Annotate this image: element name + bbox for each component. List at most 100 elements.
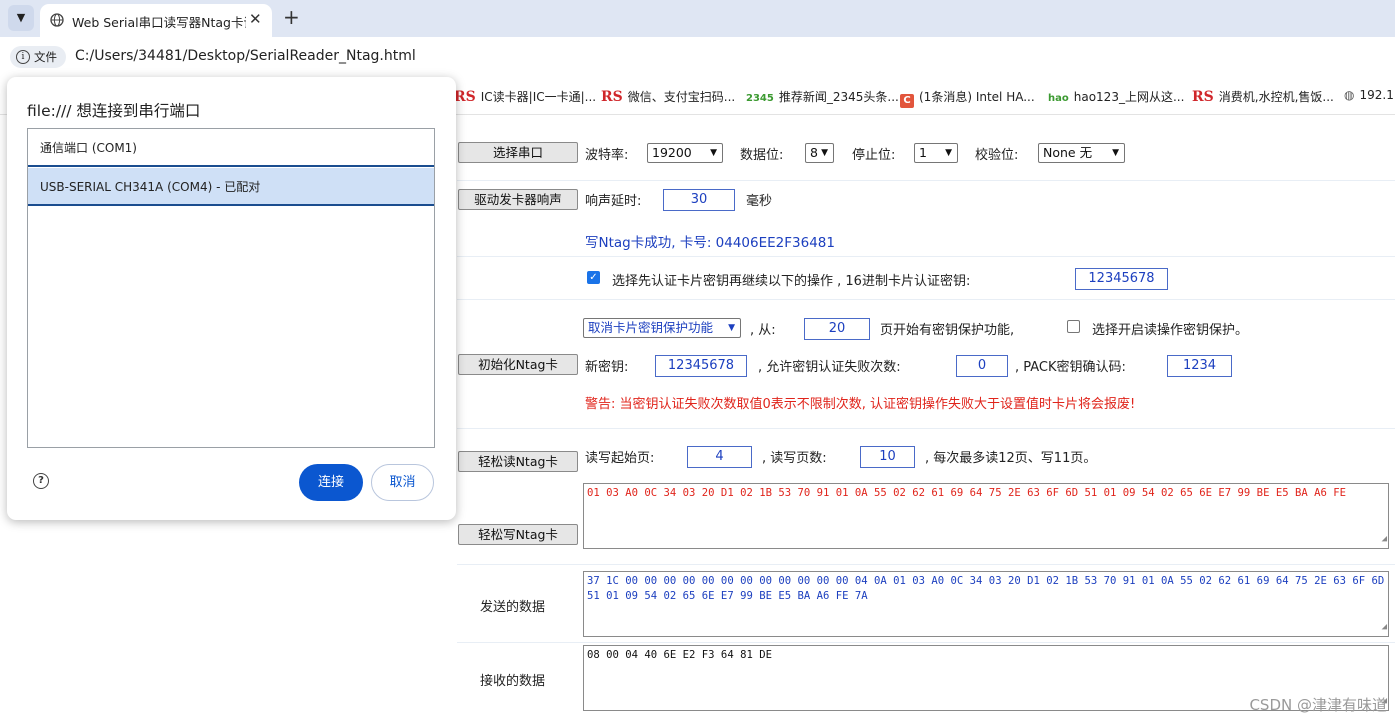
protect-from-label: , 从: xyxy=(750,323,776,338)
bookmark-item[interactable]: RS IC读卡器|IC一卡通|... xyxy=(454,88,596,105)
row-divider xyxy=(457,256,1395,257)
beep-delay-label: 响声延时: xyxy=(585,194,642,209)
info-icon: i xyxy=(16,50,30,64)
row-divider xyxy=(457,299,1395,300)
bookmark-label: (1条消息) Intel HA... xyxy=(919,90,1035,104)
port-item-com1[interactable]: 通信端口 (COM1) xyxy=(28,129,434,167)
bookmark-label: 微信、支付宝扫码... xyxy=(627,90,736,104)
parity-select[interactable]: None 无 ▼ xyxy=(1038,143,1125,163)
protect-mode-value: 取消卡片密钥保护功能 xyxy=(588,320,714,335)
init-ntag-button[interactable]: 初始化Ntag卡 xyxy=(458,354,578,375)
tab-strip: ▼ Web Serial串口读写器Ntag卡读写 ✕ + xyxy=(0,0,1395,37)
baud-value: 19200 xyxy=(652,145,692,160)
protect-page-label: 页开始有密钥保护功能, xyxy=(880,323,1015,338)
fail-count-label: , 允许密钥认证失败次数: xyxy=(758,360,901,375)
port-item-com4[interactable]: USB-SERIAL CH341A (COM4) - 已配对 xyxy=(28,168,434,206)
csdn-logo-icon: C xyxy=(900,94,914,108)
bookmark-item[interactable]: C (1条消息) Intel HA... xyxy=(900,88,1035,108)
page-count-label: , 读写页数: xyxy=(762,451,827,466)
send-data-label: 发送的数据 xyxy=(480,600,546,615)
serial-port-dialog: file:/// 想连接到串行端口 通信端口 (COM1) USB-SERIAL… xyxy=(7,77,456,520)
site-info-label: 文件 xyxy=(34,50,57,64)
new-key-input[interactable]: 12345678 xyxy=(655,355,747,377)
rw-data-textarea[interactable]: 01 03 A0 0C 34 03 20 D1 02 1B 53 70 91 0… xyxy=(583,483,1389,549)
start-page-label: 读写起始页: xyxy=(585,451,655,466)
resize-grip-icon[interactable]: ◢ xyxy=(1382,620,1387,635)
start-page-input[interactable]: 4 xyxy=(687,446,752,468)
warning-message: 警告: 当密钥认证失败次数取值0表示不限制次数, 认证密钥操作失败大于设置值时卡… xyxy=(585,397,1136,412)
pack-label: , PACK密钥确认码: xyxy=(1015,360,1126,375)
row-divider xyxy=(457,642,1395,643)
baud-label: 波特率: xyxy=(585,148,629,163)
beep-button[interactable]: 驱动发卡器响声 xyxy=(458,189,578,210)
bookmark-item[interactable]: RS 微信、支付宝扫码... xyxy=(601,88,735,105)
connect-button[interactable]: 连接 xyxy=(299,464,363,501)
bookmark-label: 推荐新闻_2345头条... xyxy=(778,90,899,104)
beep-delay-input[interactable]: 30 xyxy=(663,189,735,211)
tab-close-icon[interactable]: ✕ xyxy=(249,10,262,28)
url-field[interactable]: C:/Users/34481/Desktop/SerialReader_Ntag… xyxy=(75,48,416,64)
chevron-down-icon: ▼ xyxy=(821,148,828,158)
dialog-title: file:/// 想连接到串行端口 xyxy=(27,102,201,120)
site-info-chip[interactable]: i 文件 xyxy=(10,46,66,68)
fail-count-input[interactable]: 0 xyxy=(956,355,1008,377)
new-tab-button[interactable]: + xyxy=(283,5,300,29)
row-divider xyxy=(457,428,1395,429)
bookmark-label: IC读卡器|IC一卡通|... xyxy=(480,90,597,104)
databits-label: 数据位: xyxy=(740,148,784,163)
parity-value: None 无 xyxy=(1043,145,1093,160)
auth-checkbox[interactable]: ✓ xyxy=(587,271,600,284)
active-tab[interactable]: Web Serial串口读写器Ntag卡读写 ✕ xyxy=(40,4,272,37)
rw-data-text: 01 03 A0 0C 34 03 20 D1 02 1B 53 70 91 0… xyxy=(587,487,1346,499)
chevron-down-icon: ▼ xyxy=(728,323,735,333)
tab-search-chevron-icon[interactable]: ▼ xyxy=(8,5,34,31)
resize-grip-icon[interactable]: ◢ xyxy=(1382,532,1387,547)
rs-logo-icon: RS xyxy=(601,89,623,105)
chevron-down-icon: ▼ xyxy=(1112,148,1119,158)
row-divider xyxy=(457,564,1395,565)
stopbits-value: 1 xyxy=(919,145,927,160)
globe-icon: ◍ xyxy=(1344,88,1355,102)
select-port-button[interactable]: 选择串口 xyxy=(458,142,578,163)
csdn-watermark: CSDN @津津有味道 xyxy=(1249,696,1387,714)
stopbits-select[interactable]: 1 ▼ xyxy=(914,143,958,163)
bookmark-label: hao123_上网从这... xyxy=(1073,90,1185,104)
bookmark-item[interactable]: hao hao123_上网从这... xyxy=(1048,88,1184,105)
page-count-input[interactable]: 10 xyxy=(860,446,915,468)
rs-logo-icon: RS xyxy=(1192,89,1214,105)
address-bar: i 文件 C:/Users/34481/Desktop/SerialReader… xyxy=(0,37,1395,76)
protect-mode-select[interactable]: 取消卡片密钥保护功能 ▼ xyxy=(583,318,741,338)
rs-logo-icon: RS xyxy=(454,89,476,105)
bookmark-item[interactable]: RS 消费机,水控机,售饭... xyxy=(1192,88,1334,105)
read-protect-checkbox[interactable] xyxy=(1067,320,1080,333)
page-limit-note: , 每次最多读12页、写11页。 xyxy=(925,451,1097,466)
beep-unit-label: 毫秒 xyxy=(746,194,773,209)
bookmark-item[interactable]: ◍ 192.1 xyxy=(1344,88,1394,102)
tab-title: Web Serial串口读写器Ntag卡读写 xyxy=(72,15,246,30)
databits-select[interactable]: 8 ▼ xyxy=(805,143,834,163)
bookmark-label: 192.1 xyxy=(1359,88,1394,102)
send-data-textarea[interactable]: 37 1C 00 00 00 00 00 00 00 00 00 00 00 0… xyxy=(583,571,1389,637)
bookmark-item[interactable]: 2345 推荐新闻_2345头条... xyxy=(746,88,899,105)
receive-data-text: 08 00 04 40 6E E2 F3 64 81 DE xyxy=(587,649,772,661)
write-ntag-button[interactable]: 轻松写Ntag卡 xyxy=(458,524,578,545)
auth-key-input[interactable]: 12345678 xyxy=(1075,268,1168,290)
baud-select[interactable]: 19200 ▼ xyxy=(647,143,723,163)
parity-label: 校验位: xyxy=(975,148,1019,163)
hao123-logo-icon: hao xyxy=(1048,93,1069,104)
pack-input[interactable]: 1234 xyxy=(1167,355,1232,377)
databits-value: 8 xyxy=(810,145,818,160)
bookmark-label: 消费机,水控机,售饭... xyxy=(1218,90,1334,104)
cancel-button[interactable]: 取消 xyxy=(371,464,434,501)
help-icon[interactable]: ? xyxy=(33,473,49,489)
port-list: 通信端口 (COM1) USB-SERIAL CH341A (COM4) - 已… xyxy=(27,128,435,448)
read-ntag-button[interactable]: 轻松读Ntag卡 xyxy=(458,451,578,472)
protect-start-page-input[interactable]: 20 xyxy=(804,318,870,340)
new-key-label: 新密钥: xyxy=(585,360,629,375)
row-divider xyxy=(457,180,1395,181)
auth-label: 选择先认证卡片密钥再继续以下的操作 , 16进制卡片认证密钥: xyxy=(612,274,971,289)
send-data-text: 37 1C 00 00 00 00 00 00 00 00 00 00 00 0… xyxy=(587,575,1385,602)
chevron-down-icon: ▼ xyxy=(710,148,717,158)
chevron-down-icon: ▼ xyxy=(945,148,952,158)
page-globe-icon xyxy=(50,13,64,27)
